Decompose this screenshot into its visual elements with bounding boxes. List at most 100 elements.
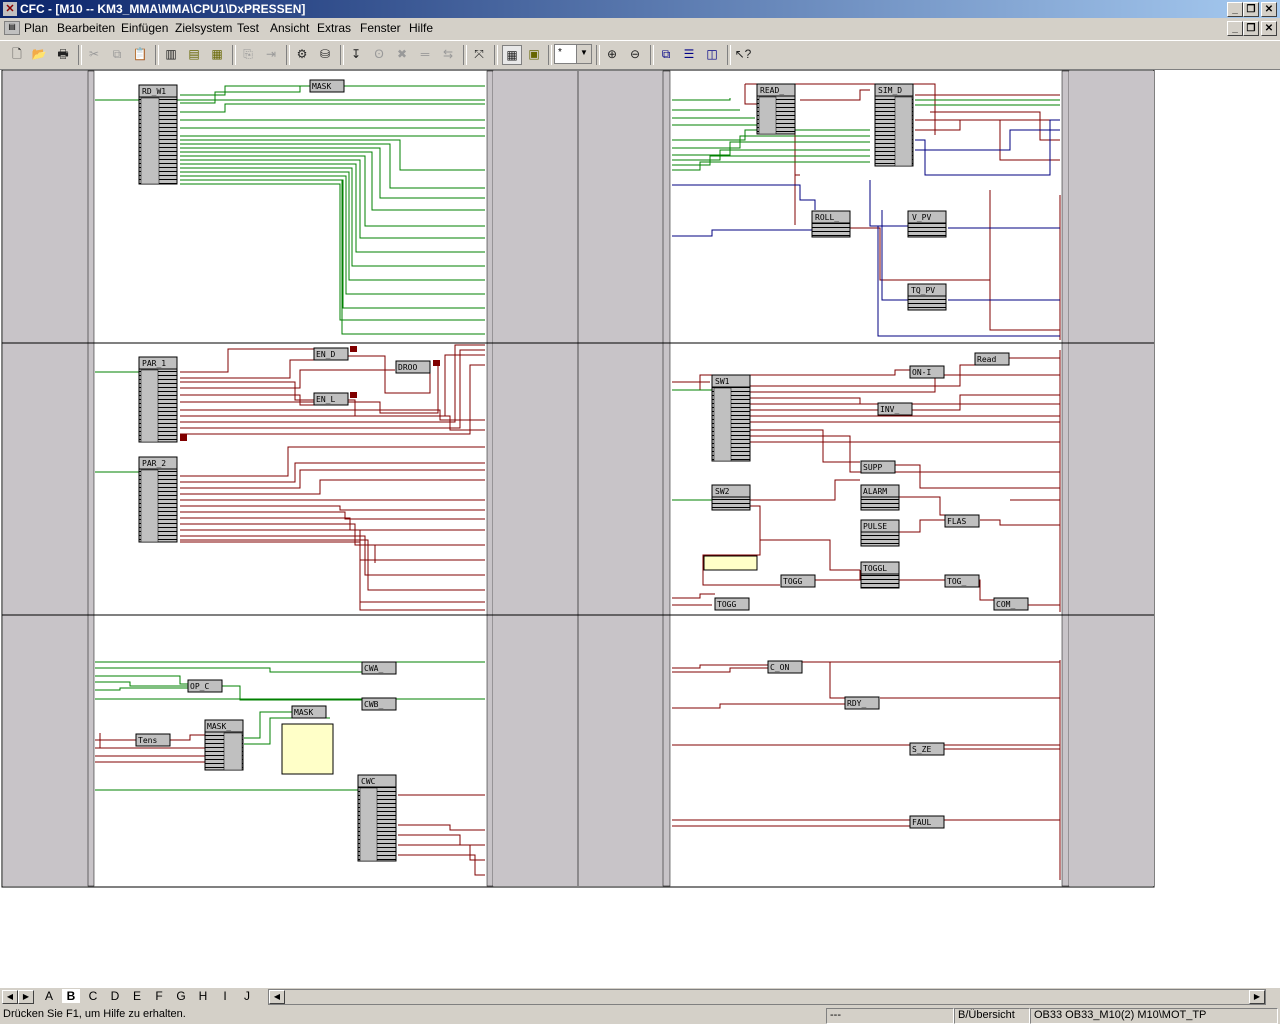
tab-j[interactable]: J — [238, 989, 256, 1003]
scroll-left-icon[interactable]: ◀ — [269, 990, 285, 1004]
status-bar: Drücken Sie F1, um Hilfe zu erhalten. --… — [0, 1006, 1280, 1024]
menu-test[interactable]: Test — [237, 21, 259, 35]
status-hint: Drücken Sie F1, um Hilfe zu erhalten. — [3, 1008, 186, 1020]
block-CWA: CWA_ — [364, 664, 383, 673]
table-icon[interactable]: ▣ — [525, 45, 543, 63]
connect-icon[interactable]: ↧ — [347, 45, 365, 63]
block-C_ON: C_ON — [770, 663, 789, 672]
tab-i[interactable]: I — [216, 989, 234, 1003]
menu-hilfe[interactable]: Hilfe — [409, 21, 433, 35]
menu-extras[interactable]: Extras — [317, 21, 351, 35]
toolbar: 🗋 📂 🖶 ✂ ⧉ 📋 ▥ ▤ ▦ ⎘ ⇥ ⚙ ⛁ ↧ ʘ ✖ ═ ⇆ ⤧ ▦ … — [0, 40, 1280, 70]
forward-icon[interactable]: ⇥ — [262, 45, 280, 63]
menu-einfuegen[interactable]: Einfügen — [121, 21, 168, 35]
copy-icon[interactable]: ⧉ — [108, 45, 126, 63]
first-tab-icon[interactable]: ◀ — [2, 990, 18, 1004]
tab-b[interactable]: B — [62, 989, 80, 1003]
wire-text-icon[interactable]: ⇆ — [439, 45, 457, 63]
cut-icon[interactable]: ✂ — [85, 45, 103, 63]
sheet-icon[interactable]: ▤ — [185, 45, 203, 63]
block-OP_C: OP_C — [190, 682, 209, 691]
menu-plan[interactable]: Plan — [24, 21, 48, 35]
help-cursor-icon[interactable]: ↖? — [734, 45, 752, 63]
zoom-out-icon[interactable]: ⊖ — [626, 45, 644, 63]
block-SIM_D: SIM_D — [878, 86, 902, 95]
menu-fenster[interactable]: Fenster — [360, 21, 401, 35]
restore-icon[interactable]: ❐ — [1243, 2, 1259, 17]
catalog-icon[interactable]: ▥ — [162, 45, 180, 63]
status-mode: --- — [826, 1008, 954, 1024]
cfc-app-icon[interactable]: ✕ — [3, 2, 17, 16]
block-S_ZE: S_ZE — [912, 745, 931, 754]
sheet-bar-icon[interactable]: ▦ — [208, 45, 226, 63]
tile-vertical-icon[interactable]: ◫ — [703, 45, 721, 63]
block-SW2: SW2 — [715, 487, 730, 496]
new-icon[interactable]: 🗋 — [8, 45, 26, 63]
tab-h[interactable]: H — [194, 989, 212, 1003]
status-view: B/Übersicht — [954, 1008, 1030, 1024]
insert-icon[interactable]: ⎘ — [239, 45, 257, 63]
tab-g[interactable]: G — [172, 989, 190, 1003]
block-ROLL: ROLL_ — [815, 213, 839, 222]
scroll-right-icon[interactable]: ▶ — [1249, 990, 1265, 1004]
block-READ: READ_ — [760, 86, 784, 95]
block-ALARM: ALARM — [863, 487, 887, 496]
block-INV: INV_ — [880, 405, 899, 414]
block-MASK_: MASK_ — [207, 722, 231, 731]
close-icon[interactable]: ✕ — [1261, 2, 1277, 17]
block-CWB: CWB_ — [364, 700, 383, 709]
status-path: OB33 OB33_M10(2) M10\MOT_TP — [1030, 1008, 1278, 1024]
tile-horizontal-icon[interactable]: ☰ — [680, 45, 698, 63]
minimize-icon[interactable]: _ — [1227, 2, 1243, 17]
block-TQ_PV: TQ_PV — [911, 286, 935, 295]
grid-icon[interactable]: ▦ — [502, 45, 522, 65]
block-SW1: SW1 — [715, 377, 730, 386]
block-EN_D: EN_D — [316, 350, 335, 359]
overview-icon[interactable]: ⤧ — [470, 45, 488, 63]
block-ON-I: ON-I — [912, 368, 931, 377]
compile-icon[interactable]: ⚙ — [293, 45, 311, 63]
cfc-overview-drawing[interactable]: RD_W1 MASK READ_ SIM_D ROLL_ V_PV TQ_PV … — [0, 70, 1280, 988]
menu-zielsystem[interactable]: Zielsystem — [175, 21, 232, 35]
zoom-select[interactable]: * ▼ — [554, 44, 592, 64]
tab-d[interactable]: D — [106, 989, 124, 1003]
tab-c[interactable]: C — [84, 989, 102, 1003]
block-DROO: DROO — [398, 363, 417, 372]
tab-a[interactable]: A — [40, 989, 58, 1003]
paste-icon[interactable]: 📋 — [131, 45, 149, 63]
cfc-canvas[interactable]: RD_W1 MASK READ_ SIM_D ROLL_ V_PV TQ_PV … — [0, 70, 1280, 988]
doc-minimize-icon[interactable]: _ — [1227, 21, 1243, 36]
block-MASK-top: MASK — [312, 82, 331, 91]
block-V_PV: V_PV — [912, 213, 931, 222]
block-CWC: CWC — [361, 777, 376, 786]
block-Tens: Tens — [138, 736, 157, 745]
block-RDY: RDY_ — [847, 699, 866, 708]
block-RD_W1: RD_W1 — [142, 87, 166, 96]
block-Read: Read — [977, 355, 996, 364]
menu-ansicht[interactable]: Ansicht — [270, 21, 309, 35]
document-icon[interactable]: ▤ — [4, 21, 20, 35]
menu-bearbeiten[interactable]: Bearbeiten — [57, 21, 115, 35]
block-SUPP: SUPP — [863, 463, 882, 472]
delete-connection-icon[interactable]: ✖ — [393, 45, 411, 63]
next-tab-icon[interactable]: ▶ — [18, 990, 34, 1004]
doc-restore-icon[interactable]: ❐ — [1243, 21, 1259, 36]
block-MASK-bottom: MASK — [294, 708, 313, 717]
print-icon[interactable]: 🖶 — [54, 45, 72, 63]
wire-icon[interactable]: ═ — [416, 45, 434, 63]
open-icon[interactable]: 📂 — [30, 45, 48, 63]
doc-close-icon[interactable]: ✕ — [1261, 21, 1277, 36]
cascade-icon[interactable]: ⧉ — [657, 45, 675, 63]
horizontal-scrollbar[interactable]: ◀ ▶ — [268, 989, 1266, 1005]
zoom-in-icon[interactable]: ⊕ — [603, 45, 621, 63]
block-EN_L: EN_L — [316, 395, 335, 404]
block-TOGGL: TOGGL — [863, 564, 887, 573]
tab-e[interactable]: E — [128, 989, 146, 1003]
block-FAUL: FAUL — [912, 818, 931, 827]
block-TOGG-2: TOGG — [717, 600, 736, 609]
sheet-tab-bar: ◀ ▶ A B C D E F G H I J ◀ ▶ — [0, 988, 1280, 1005]
run-sequence-icon[interactable]: ʘ — [370, 45, 388, 63]
tab-f[interactable]: F — [150, 989, 168, 1003]
download-icon[interactable]: ⛁ — [316, 45, 334, 63]
chevron-down-icon[interactable]: ▼ — [576, 45, 591, 63]
